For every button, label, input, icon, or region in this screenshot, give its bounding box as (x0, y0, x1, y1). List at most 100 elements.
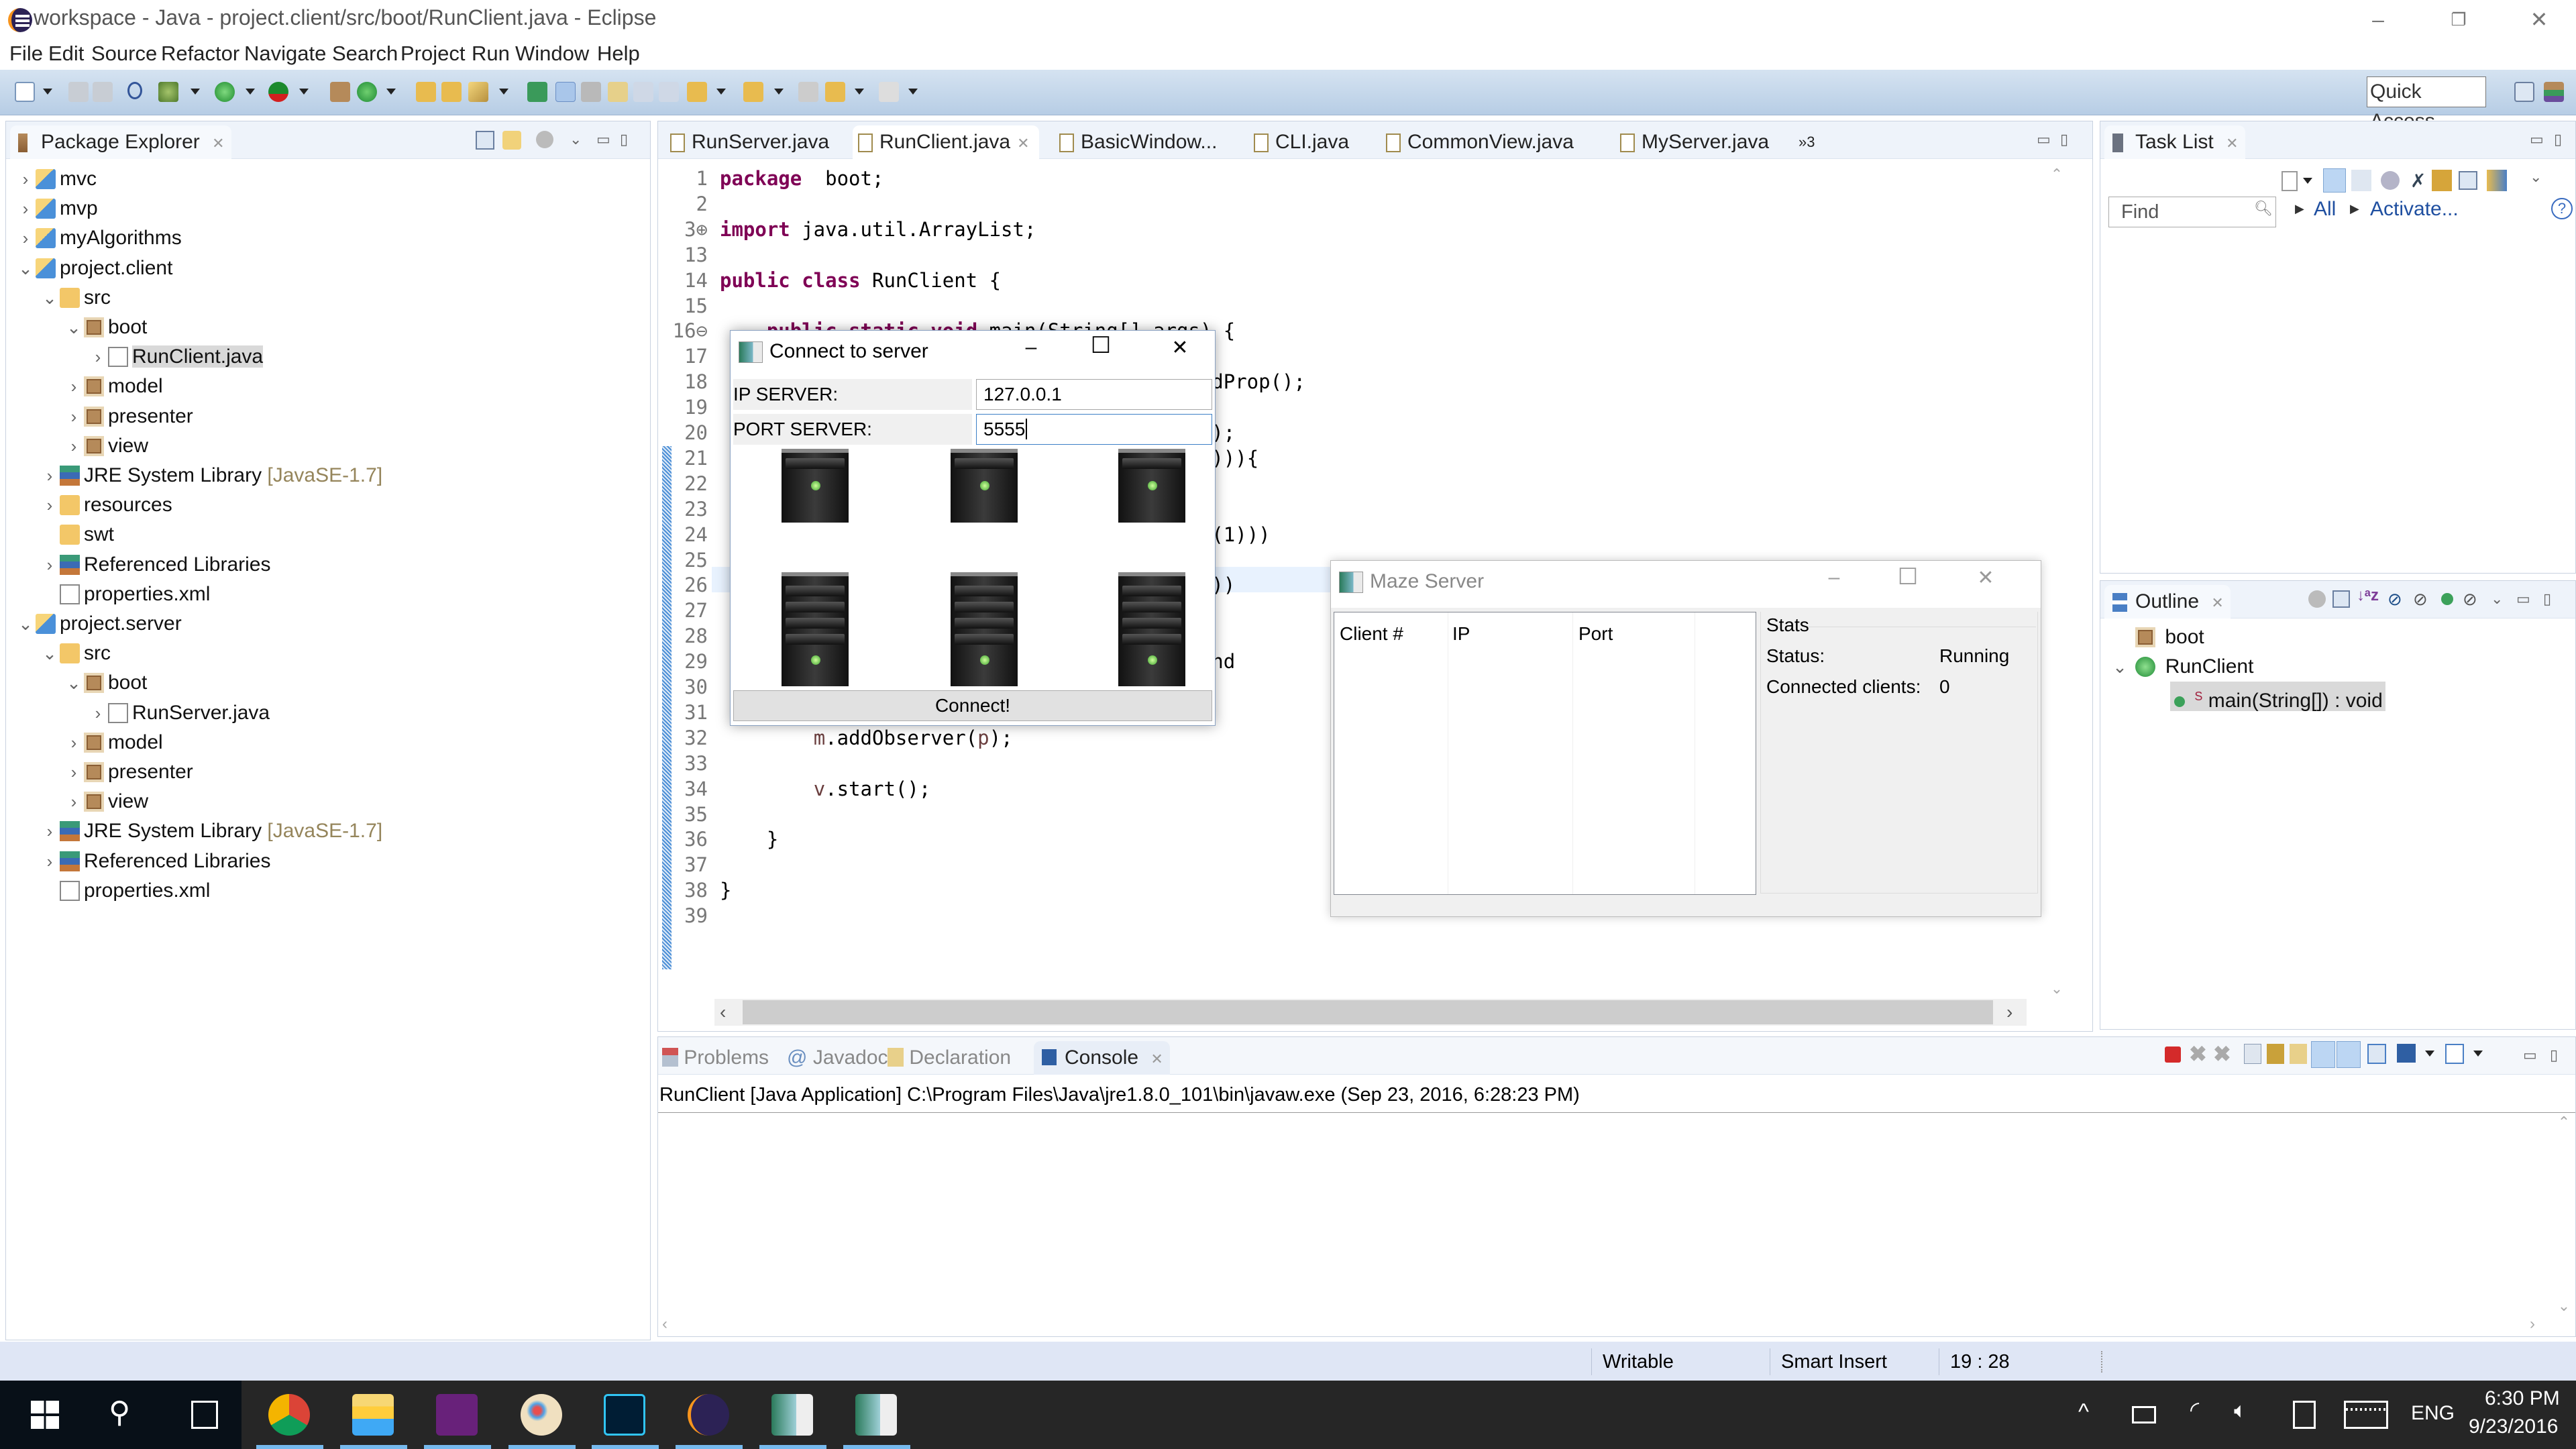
chevron-down-icon[interactable]: ⌄ (64, 313, 84, 342)
tree-item[interactable]: swt (40, 520, 114, 549)
console-vertical-scrollbar[interactable]: ⌃ ⌄ (2554, 1114, 2574, 1315)
menu-search[interactable]: Search (332, 42, 398, 66)
new-task-icon[interactable] (2282, 171, 2298, 191)
scheduled-icon[interactable] (2351, 170, 2371, 191)
touch-keyboard-icon[interactable] (2344, 1401, 2388, 1429)
maze-server-titlebar[interactable]: Maze Server – ☐ ✕ (1331, 561, 2041, 608)
menu-file[interactable]: File (9, 42, 43, 66)
scroll-right-arrow-icon[interactable]: › (2530, 1315, 2535, 1334)
chevron-right-icon[interactable]: › (40, 847, 60, 876)
dropdown-arrow-icon[interactable] (2425, 1051, 2434, 1057)
maximize-view-icon[interactable]: ▯ (2543, 590, 2551, 608)
chevron-right-icon[interactable]: › (64, 402, 84, 431)
chevron-down-icon[interactable]: ⌄ (40, 283, 60, 313)
minimize-view-icon[interactable]: ▭ (2037, 131, 2051, 148)
tab-declaration[interactable]: Declaration (888, 1046, 1011, 1069)
maximize-view-icon[interactable]: ▯ (2550, 1046, 2558, 1064)
status-trim-handle[interactable] (2101, 1351, 2102, 1373)
chevron-down-icon[interactable]: ⌄ (15, 254, 36, 283)
chevron-right-icon[interactable]: › (64, 728, 84, 757)
tree-item[interactable]: ⌄ boot (64, 313, 147, 342)
chevron-right-icon[interactable]: › (40, 461, 60, 490)
skip-breakpoints-icon[interactable] (127, 82, 142, 99)
hide-non-public-icon[interactable] (2441, 593, 2453, 605)
photoshop-icon[interactable] (604, 1394, 645, 1436)
word-wrap-icon[interactable] (608, 82, 628, 102)
chevron-down-icon[interactable]: ⌄ (64, 668, 84, 698)
clock-time[interactable]: 6:30 PM (2485, 1387, 2560, 1410)
chevron-right-icon[interactable]: › (64, 372, 84, 401)
chevron-right-icon[interactable]: › (15, 223, 36, 253)
new-icon[interactable] (15, 82, 35, 102)
task-view-button[interactable] (191, 1401, 218, 1429)
back-icon[interactable] (825, 82, 845, 102)
tab-problems[interactable]: Problems (662, 1046, 769, 1069)
editor-tab-active[interactable]: RunClient.java ✕ (853, 125, 1039, 159)
chevron-right-icon[interactable]: › (88, 342, 108, 372)
chevron-right-icon[interactable]: › (15, 164, 36, 194)
code-line[interactable]: public class RunClient { (720, 268, 1001, 293)
view-menu-icon[interactable]: ⌄ (570, 131, 582, 148)
tree-item[interactable]: › model (64, 728, 163, 757)
dropdown-arrow-icon[interactable] (2473, 1051, 2483, 1057)
code-line[interactable]: v.start(); (720, 776, 931, 802)
paragraph-icon[interactable] (659, 82, 679, 102)
horizontal-scrollbar[interactable]: ‹ › (714, 999, 2027, 1026)
eclipse-icon[interactable] (688, 1394, 729, 1436)
show-whitespace-icon[interactable] (633, 82, 653, 102)
scrollbar-thumb[interactable] (743, 1000, 1993, 1024)
chevron-right-icon[interactable]: › (15, 194, 36, 223)
all-link[interactable]: All (2314, 198, 2336, 221)
code-line[interactable]: import java.util.ArrayList; (720, 217, 1036, 242)
tab-overflow-button[interactable]: »3 (1799, 125, 1815, 159)
java-perspective-icon[interactable] (2544, 82, 2564, 102)
chevron-right-icon[interactable]: › (40, 550, 60, 580)
chevron-right-icon[interactable]: › (64, 431, 84, 461)
code-line[interactable]: } (720, 826, 778, 852)
tab-javadoc[interactable]: @ Javadoc (787, 1046, 888, 1069)
toggle-mark-icon[interactable] (527, 82, 547, 102)
scroll-right-arrow-icon[interactable]: › (2006, 1002, 2012, 1023)
toggle-block-icon[interactable] (581, 82, 601, 102)
new-class-icon[interactable] (357, 82, 377, 102)
filters-icon[interactable] (536, 131, 553, 148)
editor-tab[interactable]: CLI.java (1248, 125, 1349, 159)
menu-project[interactable]: Project (400, 42, 465, 66)
editor-tab[interactable]: BasicWindow... (1054, 125, 1217, 159)
paint-icon[interactable] (521, 1394, 562, 1436)
scroll-lock-icon[interactable] (2267, 1044, 2284, 1064)
close-icon[interactable]: ✕ (1150, 1051, 1163, 1067)
tree-item[interactable]: › Referenced Libraries (40, 550, 271, 580)
filters-icon[interactable] (2308, 590, 2326, 608)
collapse-all-icon[interactable] (2332, 590, 2350, 608)
chevron-down-icon[interactable]: ⌄ (15, 609, 36, 639)
minimize-view-icon[interactable]: ▭ (2516, 590, 2530, 608)
link-editor-icon[interactable] (502, 131, 521, 150)
console-output[interactable] (658, 1114, 2550, 1315)
tree-item[interactable]: ⌄ src (40, 639, 111, 668)
my-tasks-icon[interactable] (2432, 170, 2452, 191)
editor-tab[interactable]: RunServer.java (665, 125, 829, 159)
volume-icon[interactable]: 🔈︎ (2234, 1398, 2247, 1424)
maximize-view-icon[interactable]: ▯ (2554, 131, 2562, 148)
tab-task-list[interactable]: Task List ✕ (2104, 125, 2245, 159)
menu-edit[interactable]: Edit (48, 42, 84, 66)
menu-navigate[interactable]: Navigate (244, 42, 326, 66)
hide-fields-icon[interactable]: ⊘ (2387, 589, 2402, 610)
visual-studio-icon[interactable] (436, 1394, 478, 1436)
tree-item[interactable]: › resources (40, 490, 172, 520)
sort-icon[interactable]: ↓ᵃz (2357, 586, 2379, 605)
menu-help[interactable]: Help (597, 42, 640, 66)
close-button[interactable]: ✕ (1160, 336, 1200, 360)
tree-item[interactable]: › presenter (64, 757, 193, 787)
scroll-left-arrow-icon[interactable]: ‹ (720, 1002, 726, 1023)
close-icon[interactable]: ✕ (212, 135, 224, 152)
restore-button[interactable]: ❐ (2422, 0, 2496, 39)
search-icon[interactable]: 🔍︎ (2254, 200, 2273, 217)
action-center-icon[interactable] (2293, 1401, 2316, 1429)
close-icon[interactable]: ✕ (2226, 135, 2238, 152)
scroll-up-arrow-icon[interactable]: ⌃ (2048, 166, 2065, 183)
close-button[interactable]: ✕ (1966, 566, 2006, 590)
wifi-icon[interactable]: ◜ (2190, 1397, 2199, 1424)
minimize-button[interactable]: – (2341, 0, 2415, 39)
